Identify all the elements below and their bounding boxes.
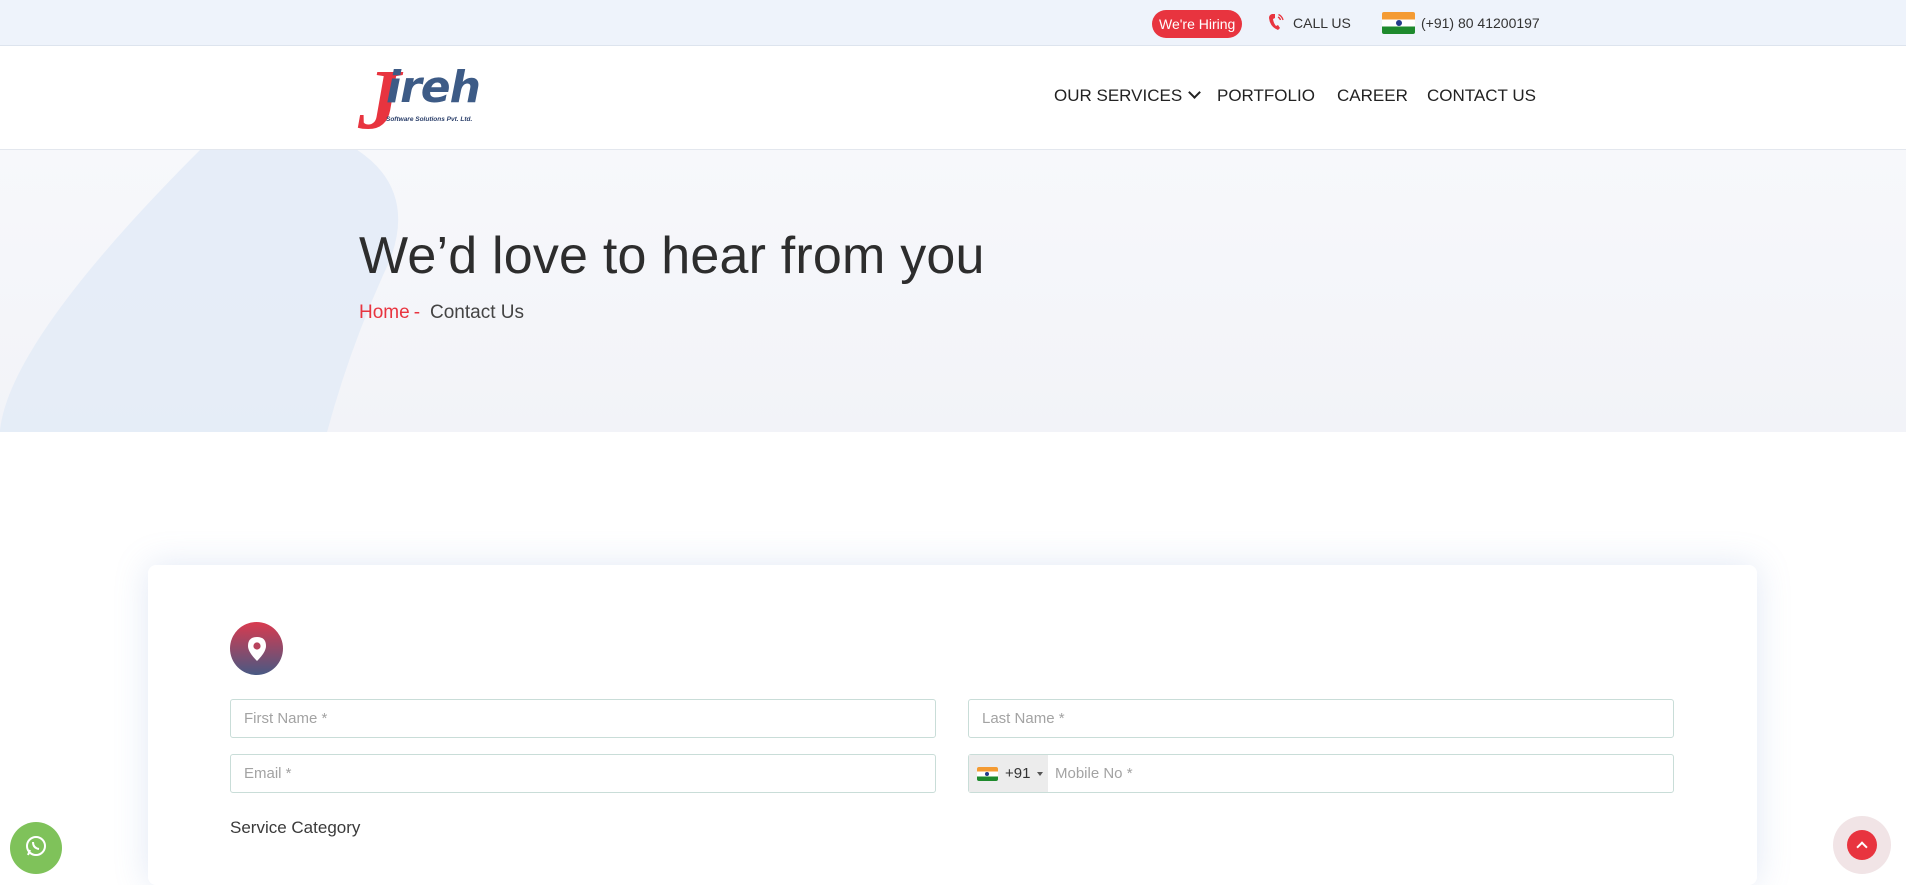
dial-code: +91 [1005,765,1031,782]
page-hero: We’d love to hear from you Home - Contact … [0,150,1906,432]
contact-form-card: First Name * Last Name * Email * +91 Mob… [148,565,1757,885]
call-us-link[interactable]: CALL US [1268,12,1351,34]
mobile-input[interactable]: Mobile No * [1055,755,1133,792]
nav-career[interactable]: CAREER [1337,86,1408,106]
india-flag-icon [977,766,998,781]
nav-contact-us[interactable]: CONTACT US [1427,86,1536,106]
scroll-to-top-button[interactable] [1847,830,1877,860]
phone-number-link[interactable]: (+91) 80 41200197 [1382,12,1540,34]
nav-portfolio[interactable]: PORTFOLIO [1217,86,1315,106]
breadcrumb-separator: - [413,302,421,323]
breadcrumb-home[interactable]: Home [359,302,410,323]
country-code-select[interactable]: +91 [969,755,1048,792]
site-header: J ireh Software Solutions Pvt. Ltd. OUR … [0,46,1906,150]
page-title: We’d love to hear from you [359,227,985,285]
caret-down-icon [1037,771,1044,776]
phone-icon [1268,13,1284,34]
mobile-field: +91 Mobile No * [968,754,1674,793]
location-pin-icon [230,622,283,675]
breadcrumb: Home - Contact Us [359,302,524,324]
last-name-input[interactable]: Last Name * [968,699,1674,738]
nav-our-services-label: OUR SERVICES [1054,86,1183,105]
first-name-input[interactable]: First Name * [230,699,936,738]
top-bar: We're Hiring CALL US (+91) 80 41200197 [0,0,1906,46]
logo-wordmark: ireh [386,62,481,113]
arrow-up-icon [1856,841,1868,853]
email-input[interactable]: Email * [230,754,936,793]
nav-our-services[interactable]: OUR SERVICES [1054,86,1202,106]
phone-number: (+91) 80 41200197 [1421,15,1540,31]
breadcrumb-current: Contact Us [430,302,524,323]
decorative-blob [0,150,399,432]
hiring-badge[interactable]: We're Hiring [1152,10,1243,38]
whatsapp-icon [24,834,48,863]
chevron-down-icon [1188,86,1202,99]
india-flag-icon [1382,12,1415,34]
company-logo[interactable]: J ireh Software Solutions Pvt. Ltd. [358,56,490,142]
call-us-label: CALL US [1293,15,1351,31]
whatsapp-button[interactable] [10,822,62,874]
logo-tagline: Software Solutions Pvt. Ltd. [386,116,473,123]
service-category-label: Service Category [230,818,361,837]
